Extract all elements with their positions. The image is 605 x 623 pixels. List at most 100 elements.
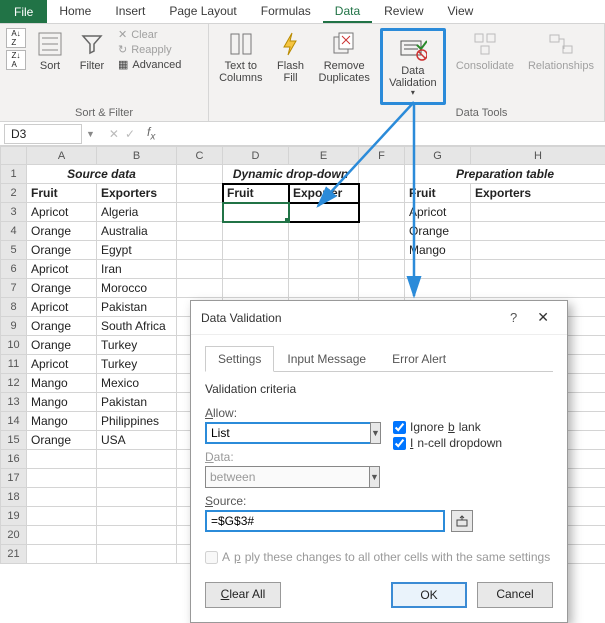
grid-cell[interactable]: Apricot — [27, 203, 97, 222]
row-header[interactable]: 11 — [1, 355, 27, 374]
row-header[interactable]: 16 — [1, 450, 27, 469]
grid-cell[interactable]: Apricot — [27, 355, 97, 374]
table-header-cell[interactable]: Fruit — [223, 184, 289, 203]
row-header[interactable]: 4 — [1, 222, 27, 241]
grid-cell[interactable]: Philippines — [97, 412, 177, 431]
cancel-button[interactable]: Cancel — [477, 582, 553, 608]
grid-cell[interactable] — [97, 545, 177, 564]
allow-combo[interactable]: ▼ — [205, 422, 375, 444]
advanced-filter-button[interactable]: ▦ Advanced — [116, 58, 183, 72]
grid-cell[interactable]: Mango — [27, 412, 97, 431]
data-validation-button[interactable]: Data Validation ▾ — [385, 33, 441, 100]
table-header-cell[interactable]: Exporters — [97, 184, 177, 203]
tab-formulas[interactable]: Formulas — [249, 0, 323, 23]
sort-az-za[interactable]: A↓Z Z↓A — [6, 28, 26, 70]
grid-cell[interactable] — [27, 469, 97, 488]
grid-cell[interactable] — [177, 203, 223, 222]
grid-cell[interactable] — [97, 488, 177, 507]
chevron-down-icon[interactable]: ▼ — [370, 422, 381, 444]
grid-cell[interactable] — [289, 241, 359, 260]
tab-input-message[interactable]: Input Message — [274, 346, 379, 372]
grid-cell[interactable] — [177, 241, 223, 260]
tab-settings[interactable]: Settings — [205, 346, 274, 372]
row-header[interactable]: 14 — [1, 412, 27, 431]
grid-cell[interactable] — [97, 526, 177, 545]
col-header[interactable]: E — [289, 147, 359, 165]
grid-cell[interactable]: South Africa — [97, 317, 177, 336]
grid-cell[interactable] — [97, 507, 177, 526]
grid-cell[interactable]: Turkey — [97, 336, 177, 355]
grid-cell[interactable] — [359, 203, 405, 222]
tab-data[interactable]: Data — [323, 0, 372, 23]
range-picker-icon[interactable] — [451, 510, 473, 532]
col-header[interactable]: B — [97, 147, 177, 165]
row-header[interactable]: 13 — [1, 393, 27, 412]
col-header[interactable]: G — [405, 147, 471, 165]
grid-cell[interactable] — [223, 203, 289, 222]
grid-cell[interactable] — [471, 260, 605, 279]
tab-file[interactable]: File — [0, 0, 47, 23]
remove-duplicates-button[interactable]: Remove Duplicates — [315, 28, 374, 86]
flash-fill-button[interactable]: Flash Fill — [273, 28, 309, 86]
grid-cell[interactable] — [289, 260, 359, 279]
section-header[interactable]: Dynamic drop-down — [223, 165, 359, 184]
grid-cell[interactable] — [359, 241, 405, 260]
row-header[interactable]: 7 — [1, 279, 27, 298]
grid-cell[interactable]: Mango — [405, 241, 471, 260]
consolidate-button[interactable]: Consolidate — [452, 28, 518, 74]
row-header[interactable]: 15 — [1, 431, 27, 450]
grid-cell[interactable] — [223, 241, 289, 260]
grid-cell[interactable] — [359, 222, 405, 241]
grid-cell[interactable] — [27, 488, 97, 507]
table-header-cell[interactable]: Fruit — [405, 184, 471, 203]
grid-cell[interactable]: Orange — [27, 431, 97, 450]
text-to-columns-button[interactable]: Text to Columns — [215, 28, 266, 86]
tab-home[interactable]: Home — [47, 0, 103, 23]
row-header[interactable]: 10 — [1, 336, 27, 355]
table-header-cell[interactable]: Fruit — [27, 184, 97, 203]
allow-value[interactable] — [205, 422, 370, 444]
grid-cell[interactable]: Orange — [405, 222, 471, 241]
row-header[interactable]: 5 — [1, 241, 27, 260]
tab-insert[interactable]: Insert — [103, 0, 157, 23]
grid-cell[interactable]: Egypt — [97, 241, 177, 260]
ok-button[interactable]: OK — [391, 582, 467, 608]
filter-button[interactable]: Filter — [74, 28, 110, 74]
grid-cell[interactable] — [359, 260, 405, 279]
col-header[interactable]: A — [27, 147, 97, 165]
help-button[interactable]: ? — [498, 310, 529, 325]
grid-cell[interactable] — [223, 222, 289, 241]
grid-cell[interactable]: Orange — [27, 336, 97, 355]
grid-cell[interactable]: Iran — [97, 260, 177, 279]
grid-cell[interactable] — [471, 279, 605, 298]
section-header[interactable]: Source data — [27, 165, 177, 184]
grid-cell[interactable]: Australia — [97, 222, 177, 241]
grid-cell[interactable] — [27, 545, 97, 564]
table-header-cell[interactable]: Exporters — [471, 184, 605, 203]
grid-cell[interactable] — [359, 279, 405, 298]
row-header[interactable]: 18 — [1, 488, 27, 507]
grid-cell[interactable]: Apricot — [27, 260, 97, 279]
grid-cell[interactable] — [405, 260, 471, 279]
section-header[interactable]: Preparation table — [405, 165, 605, 184]
grid-cell[interactable] — [405, 279, 471, 298]
grid-cell[interactable] — [289, 222, 359, 241]
grid-cell[interactable] — [177, 260, 223, 279]
table-header-cell[interactable]: Exporter — [289, 184, 359, 203]
col-header[interactable]: F — [359, 147, 405, 165]
grid-cell[interactable]: Morocco — [97, 279, 177, 298]
grid-cell[interactable]: Apricot — [27, 298, 97, 317]
grid-cell[interactable] — [177, 279, 223, 298]
grid-cell[interactable]: Algeria — [97, 203, 177, 222]
row-header[interactable]: 8 — [1, 298, 27, 317]
grid-cell[interactable]: Mexico — [97, 374, 177, 393]
name-box[interactable]: D3 — [4, 124, 82, 144]
row-header[interactable]: 20 — [1, 526, 27, 545]
grid-cell[interactable]: Mango — [27, 374, 97, 393]
ignore-blank-checkbox[interactable]: Ignore blank — [393, 420, 502, 434]
tab-view[interactable]: View — [436, 0, 486, 23]
row-header[interactable]: 12 — [1, 374, 27, 393]
col-header[interactable]: D — [223, 147, 289, 165]
grid-cell[interactable] — [223, 279, 289, 298]
grid-cell[interactable]: Apricot — [405, 203, 471, 222]
